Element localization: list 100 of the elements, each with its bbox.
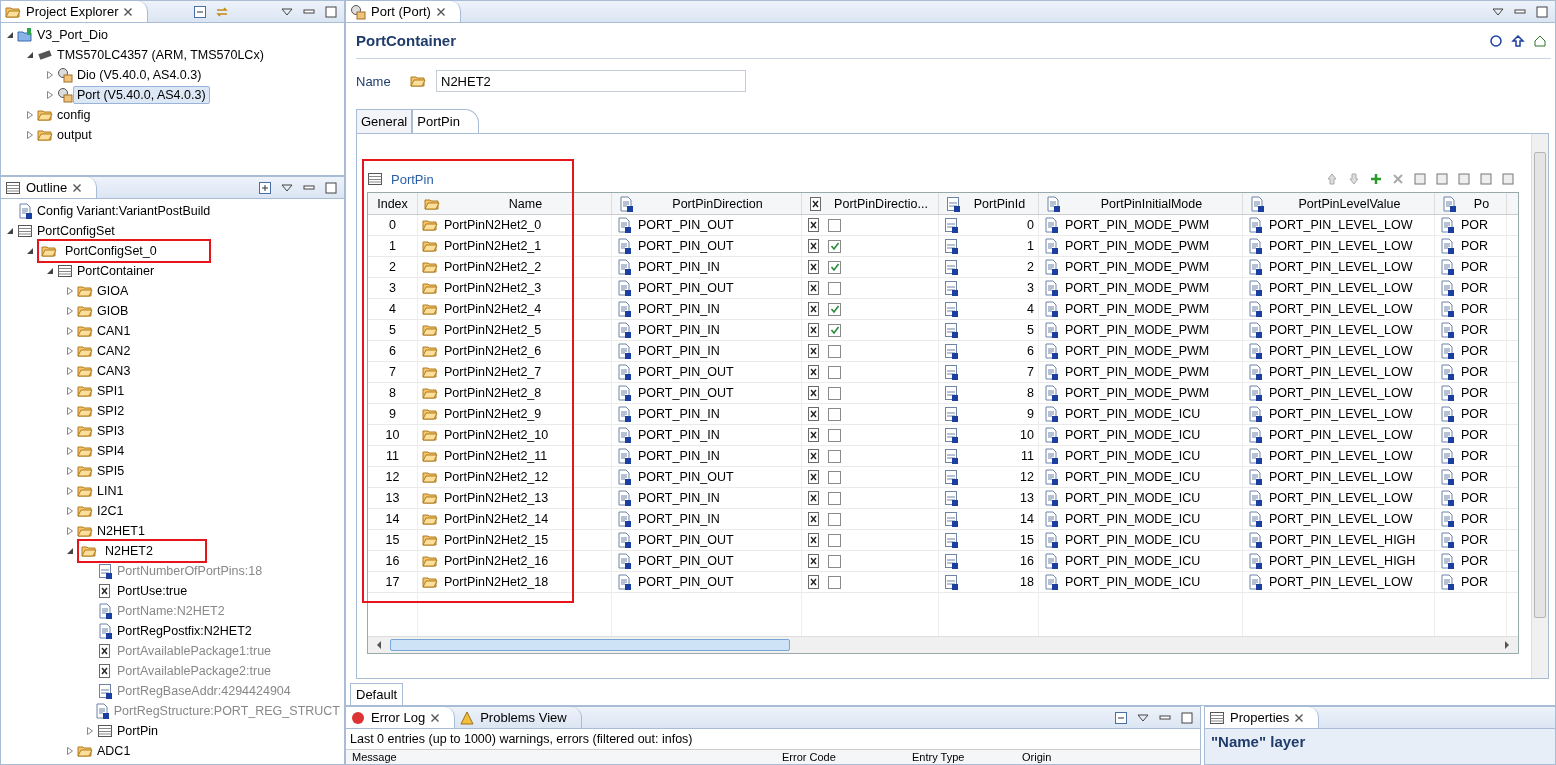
tree-item[interactable]: ADC1: [93, 742, 135, 760]
checkbox[interactable]: [828, 575, 841, 589]
tab[interactable]: Default: [350, 683, 404, 705]
home-icon[interactable]: [1533, 33, 1547, 48]
tab[interactable]: General: [356, 109, 413, 133]
tree-item[interactable]: PortConfigSet: [33, 222, 119, 240]
collapsed-arrow-icon[interactable]: [46, 91, 54, 99]
panel-tab[interactable]: Error Log: [346, 707, 456, 728]
collapsed-arrow-icon[interactable]: [66, 447, 74, 455]
checkbox[interactable]: [828, 239, 841, 253]
tree-item[interactable]: Dio (V5.40.0, AS4.0.3): [73, 66, 206, 84]
tree-item[interactable]: V3_Port_Dio: [33, 26, 112, 44]
tree-item[interactable]: N2HET2: [101, 542, 157, 560]
scrollbar-thumb[interactable]: [1534, 152, 1546, 618]
checkbox[interactable]: [828, 470, 841, 484]
collapsed-arrow-icon[interactable]: [66, 387, 74, 395]
tree-item[interactable]: CAN1: [93, 322, 135, 340]
checkbox[interactable]: [828, 302, 841, 316]
move-down-icon[interactable]: [1347, 172, 1361, 186]
name-field[interactable]: N2HET2: [436, 70, 746, 92]
collapsed-arrow-icon[interactable]: [66, 427, 74, 435]
tree-item[interactable]: I2C1: [93, 502, 128, 520]
close-icon[interactable]: [430, 712, 441, 723]
collapsed-arrow-icon[interactable]: [66, 367, 74, 375]
panel-tab[interactable]: Project Explorer: [1, 1, 149, 22]
tree-item[interactable]: PortPin: [113, 722, 162, 740]
collapsed-arrow-icon[interactable]: [66, 287, 74, 295]
checkbox[interactable]: [828, 218, 841, 232]
move-up-icon[interactable]: [1325, 172, 1339, 186]
editor-tab[interactable]: Port (Port): [346, 1, 461, 22]
tree-item[interactable]: CAN2: [93, 342, 135, 360]
delete-icon[interactable]: [1391, 172, 1405, 186]
checkbox[interactable]: [828, 407, 841, 421]
column-header[interactable]: Index: [368, 193, 418, 214]
tree-item[interactable]: CAN3: [93, 362, 135, 380]
checkbox[interactable]: [828, 533, 841, 547]
column-header[interactable]: Origin: [1016, 750, 1186, 764]
up-arrow-icon[interactable]: [1511, 33, 1525, 48]
column-header[interactable]: Entry Type: [906, 750, 1016, 764]
tree-item[interactable]: LIN1: [93, 482, 128, 500]
close-icon[interactable]: [1294, 712, 1305, 723]
tree-item[interactable]: PortConfigSet_0: [61, 242, 161, 260]
collapsed-arrow-icon[interactable]: [26, 131, 34, 139]
collapsed-arrow-icon[interactable]: [66, 467, 74, 475]
tree-item[interactable]: GIOB: [93, 302, 133, 320]
checkbox[interactable]: [828, 260, 841, 274]
close-icon[interactable]: [72, 182, 83, 193]
checkbox[interactable]: [828, 365, 841, 379]
expanded-arrow-icon[interactable]: [6, 31, 14, 39]
column-header[interactable]: PortPinDirection: [612, 193, 802, 214]
link-arrows-icon[interactable]: [215, 4, 230, 19]
expanded-arrow-icon[interactable]: [26, 247, 34, 255]
expanded-arrow-icon[interactable]: [26, 51, 34, 59]
collapsed-arrow-icon[interactable]: [66, 527, 74, 535]
tree-item[interactable]: N2HET1: [93, 522, 149, 540]
collapsed-arrow-icon[interactable]: [66, 507, 74, 515]
tree-item[interactable]: GIOA: [93, 282, 133, 300]
collapsed-arrow-icon[interactable]: [66, 487, 74, 495]
checkbox[interactable]: [828, 554, 841, 568]
checkbox[interactable]: [828, 323, 841, 337]
tree-item[interactable]: Config Variant:VariantPostBuild: [33, 202, 215, 220]
checkbox[interactable]: [828, 281, 841, 295]
close-icon[interactable]: [435, 6, 446, 17]
collapsed-arrow-icon[interactable]: [26, 111, 34, 119]
tree-item[interactable]: Port (V5.40.0, AS4.0.3): [73, 86, 210, 104]
close-icon[interactable]: [123, 6, 134, 17]
tree-item[interactable]: SPI3: [93, 422, 129, 440]
maximize-icon[interactable]: [1535, 4, 1549, 19]
checkbox[interactable]: [828, 344, 841, 358]
collapsed-arrow-icon[interactable]: [86, 727, 94, 735]
column-header[interactable]: PortPinInitialMode: [1039, 193, 1243, 214]
collapse-all-icon[interactable]: [1114, 710, 1128, 725]
panel-tab[interactable]: Properties: [1205, 707, 1320, 728]
maximize-icon[interactable]: [1180, 710, 1194, 725]
add-icon[interactable]: [1369, 172, 1383, 186]
collapsed-arrow-icon[interactable]: [66, 347, 74, 355]
checkbox[interactable]: [828, 512, 841, 526]
tab[interactable]: PortPin: [412, 109, 479, 133]
expanded-arrow-icon[interactable]: [46, 267, 54, 275]
checkbox[interactable]: [828, 386, 841, 400]
maximize-icon[interactable]: [324, 180, 338, 195]
column-header[interactable]: Name: [418, 193, 612, 214]
collapsed-arrow-icon[interactable]: [66, 327, 74, 335]
maximize-icon[interactable]: [324, 4, 338, 19]
column-header[interactable]: PortPinDirectio...: [802, 193, 939, 214]
checkbox[interactable]: [828, 428, 841, 442]
tree-item[interactable]: PortContainer: [73, 262, 159, 280]
expanded-arrow-icon[interactable]: [66, 547, 74, 555]
column-header[interactable]: Message: [346, 750, 776, 764]
checkbox[interactable]: [828, 491, 841, 505]
collapsed-arrow-icon[interactable]: [66, 407, 74, 415]
tree-item[interactable]: SPI2: [93, 402, 129, 420]
column-header[interactable]: Po: [1435, 193, 1507, 214]
checkbox[interactable]: [828, 449, 841, 463]
tree-item[interactable]: config: [53, 106, 95, 124]
tree-item[interactable]: output: [53, 126, 96, 144]
expanded-arrow-icon[interactable]: [6, 227, 14, 235]
expand-all-icon[interactable]: [258, 180, 272, 195]
tree-item[interactable]: PortRegPostfix:N2HET2: [113, 622, 256, 640]
tree-item[interactable]: SPI5: [93, 462, 129, 480]
